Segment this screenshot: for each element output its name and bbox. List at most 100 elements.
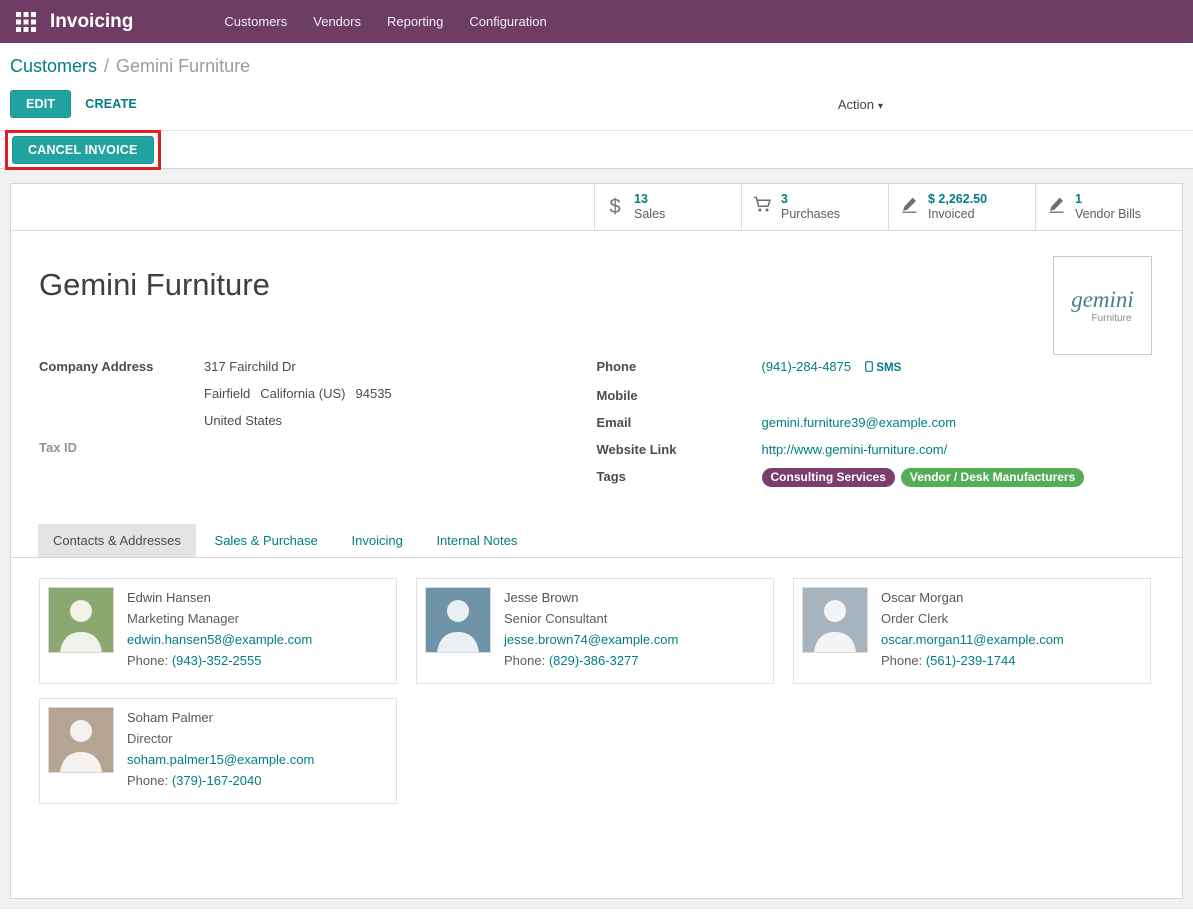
vendor-bills-label: Vendor Bills bbox=[1075, 207, 1141, 222]
field-tax-id: Tax ID bbox=[39, 434, 597, 461]
email-link[interactable]: gemini.furniture39@example.com bbox=[762, 409, 957, 436]
top-navbar: Invoicing Customers Vendors Reporting Co… bbox=[0, 0, 1193, 43]
company-logo: gemini Furniture bbox=[1053, 256, 1152, 355]
cancel-invoice-button[interactable]: CANCEL INVOICE bbox=[12, 136, 154, 164]
field-website: Website Link http://www.gemini-furniture… bbox=[597, 436, 1183, 463]
sms-label: SMS bbox=[876, 362, 901, 374]
tag-consulting-services: Consulting Services bbox=[762, 468, 895, 487]
field-company-address: Company Address 317 Fairchild Dr Fairfie… bbox=[39, 353, 597, 434]
tab-invoicing[interactable]: Invoicing bbox=[337, 524, 418, 557]
apps-grid-icon[interactable] bbox=[16, 12, 36, 32]
vendor-bills-count: 1 bbox=[1075, 192, 1141, 207]
contact-name: Jesse Brown bbox=[504, 590, 578, 605]
app-title[interactable]: Invoicing bbox=[50, 11, 133, 33]
statusbar: CANCEL INVOICE bbox=[0, 130, 1193, 169]
sms-button[interactable]: SMS bbox=[865, 362, 901, 374]
field-col-right: Phone (941)-284-4875 SMS Mobile Email ge… bbox=[597, 353, 1183, 490]
contact-card-edwin-hansen[interactable]: Edwin Hansen Marketing Manager edwin.han… bbox=[39, 578, 397, 684]
phone-link[interactable]: (941)-284-4875 bbox=[762, 359, 852, 374]
tab-internal-notes[interactable]: Internal Notes bbox=[421, 524, 532, 557]
contact-job: Director bbox=[127, 731, 173, 746]
website-label: Website Link bbox=[597, 436, 762, 463]
address-country: United States bbox=[204, 413, 282, 428]
field-col-left: Company Address 317 Fairchild Dr Fairfie… bbox=[11, 353, 597, 490]
tax-id-label: Tax ID bbox=[39, 434, 204, 461]
menu-customers[interactable]: Customers bbox=[211, 0, 300, 43]
contact-phone-label: Phone: bbox=[127, 773, 168, 788]
contact-phone-label: Phone: bbox=[881, 653, 922, 668]
red-annotation-box: CANCEL INVOICE bbox=[5, 130, 161, 170]
tab-sales-purchase[interactable]: Sales & Purchase bbox=[200, 524, 333, 557]
website-link[interactable]: http://www.gemini-furniture.com/ bbox=[762, 436, 948, 463]
invoiced-amount: $ 2,262.50 bbox=[928, 192, 987, 207]
breadcrumb: Customers / Gemini Furniture bbox=[0, 43, 1193, 81]
stat-button-vendor-bills[interactable]: 1 Vendor Bills bbox=[1035, 184, 1182, 230]
contact-card-soham-palmer[interactable]: Soham Palmer Director soham.palmer15@exa… bbox=[39, 698, 397, 804]
contact-photo bbox=[48, 707, 114, 773]
sales-count: 13 bbox=[634, 192, 665, 207]
top-menu: Customers Vendors Reporting Configuratio… bbox=[211, 0, 559, 43]
address-zip: 94535 bbox=[356, 386, 392, 401]
phone-label: Phone bbox=[597, 353, 762, 382]
contact-card-oscar-morgan[interactable]: Oscar Morgan Order Clerk oscar.morgan11@… bbox=[793, 578, 1151, 684]
contact-photo bbox=[802, 587, 868, 653]
stat-button-sales[interactable]: $ 13 Sales bbox=[594, 184, 741, 230]
contact-name: Edwin Hansen bbox=[127, 590, 211, 605]
field-mobile: Mobile bbox=[597, 382, 1183, 409]
contact-email-link[interactable]: soham.palmer15@example.com bbox=[127, 752, 314, 767]
edit-pencil-icon bbox=[899, 196, 919, 219]
breadcrumb-customers-link[interactable]: Customers bbox=[10, 56, 97, 76]
edit-button[interactable]: EDIT bbox=[10, 90, 71, 118]
contact-email-link[interactable]: jesse.brown74@example.com bbox=[504, 632, 678, 647]
contact-phone-link[interactable]: (379)-167-2040 bbox=[172, 773, 262, 788]
breadcrumb-current-record: Gemini Furniture bbox=[116, 56, 250, 76]
tab-contacts-addresses[interactable]: Contacts & Addresses bbox=[38, 524, 196, 557]
email-label: Email bbox=[597, 409, 762, 436]
field-email: Email gemini.furniture39@example.com bbox=[597, 409, 1183, 436]
menu-reporting[interactable]: Reporting bbox=[374, 0, 456, 43]
contact-name: Soham Palmer bbox=[127, 710, 213, 725]
contact-phone-label: Phone: bbox=[127, 653, 168, 668]
contact-phone-label: Phone: bbox=[504, 653, 545, 668]
stat-button-box: $ 13 Sales 3 Purchases bbox=[11, 184, 1182, 231]
contact-phone-link[interactable]: (561)-239-1744 bbox=[926, 653, 1016, 668]
sales-label: Sales bbox=[634, 207, 665, 222]
notebook-tabs: Contacts & Addresses Sales & Purchase In… bbox=[11, 524, 1182, 558]
purchases-count: 3 bbox=[781, 192, 840, 207]
menu-vendors[interactable]: Vendors bbox=[300, 0, 374, 43]
control-panel: EDIT CREATE Action▾ bbox=[0, 81, 1193, 130]
contacts-list: Edwin Hansen Marketing Manager edwin.han… bbox=[11, 558, 1182, 824]
contact-job: Marketing Manager bbox=[127, 611, 239, 626]
mobile-label: Mobile bbox=[597, 382, 762, 409]
invoiced-label: Invoiced bbox=[928, 207, 987, 222]
contact-card-jesse-brown[interactable]: Jesse Brown Senior Consultant jesse.brow… bbox=[416, 578, 774, 684]
action-dropdown[interactable]: Action▾ bbox=[838, 97, 883, 112]
company-address-label: Company Address bbox=[39, 353, 204, 434]
field-tags: Tags Consulting Services Vendor / Desk Ma… bbox=[597, 463, 1183, 490]
contact-email-link[interactable]: oscar.morgan11@example.com bbox=[881, 632, 1064, 647]
edit-pencil-icon bbox=[1046, 196, 1066, 219]
address-state: California (US) bbox=[260, 386, 345, 401]
contact-phone-link[interactable]: (829)-386-3277 bbox=[549, 653, 639, 668]
content-area: $ 13 Sales 3 Purchases bbox=[0, 169, 1193, 909]
address-street: 317 Fairchild Dr bbox=[204, 359, 296, 374]
stat-button-purchases[interactable]: 3 Purchases bbox=[741, 184, 888, 230]
field-groups: Company Address 317 Fairchild Dr Fairfie… bbox=[11, 353, 1182, 490]
contact-phone-link[interactable]: (943)-352-2555 bbox=[172, 653, 262, 668]
menu-configuration[interactable]: Configuration bbox=[456, 0, 559, 43]
company-logo-script: gemini bbox=[1071, 287, 1134, 313]
contact-photo bbox=[48, 587, 114, 653]
contact-email-link[interactable]: edwin.hansen58@example.com bbox=[127, 632, 312, 647]
create-button[interactable]: CREATE bbox=[71, 91, 151, 117]
tags-label: Tags bbox=[597, 463, 762, 490]
contact-photo bbox=[425, 587, 491, 653]
company-logo-sub: Furniture bbox=[1091, 313, 1131, 324]
dollar-icon: $ bbox=[605, 196, 625, 219]
tag-vendor-desk-manufacturers: Vendor / Desk Manufacturers bbox=[901, 468, 1084, 487]
field-phone: Phone (941)-284-4875 SMS bbox=[597, 353, 1183, 382]
action-label: Action bbox=[838, 97, 874, 112]
stat-button-invoiced[interactable]: $ 2,262.50 Invoiced bbox=[888, 184, 1035, 230]
breadcrumb-separator: / bbox=[104, 56, 109, 76]
cart-icon bbox=[752, 196, 772, 219]
contact-job: Order Clerk bbox=[881, 611, 948, 626]
